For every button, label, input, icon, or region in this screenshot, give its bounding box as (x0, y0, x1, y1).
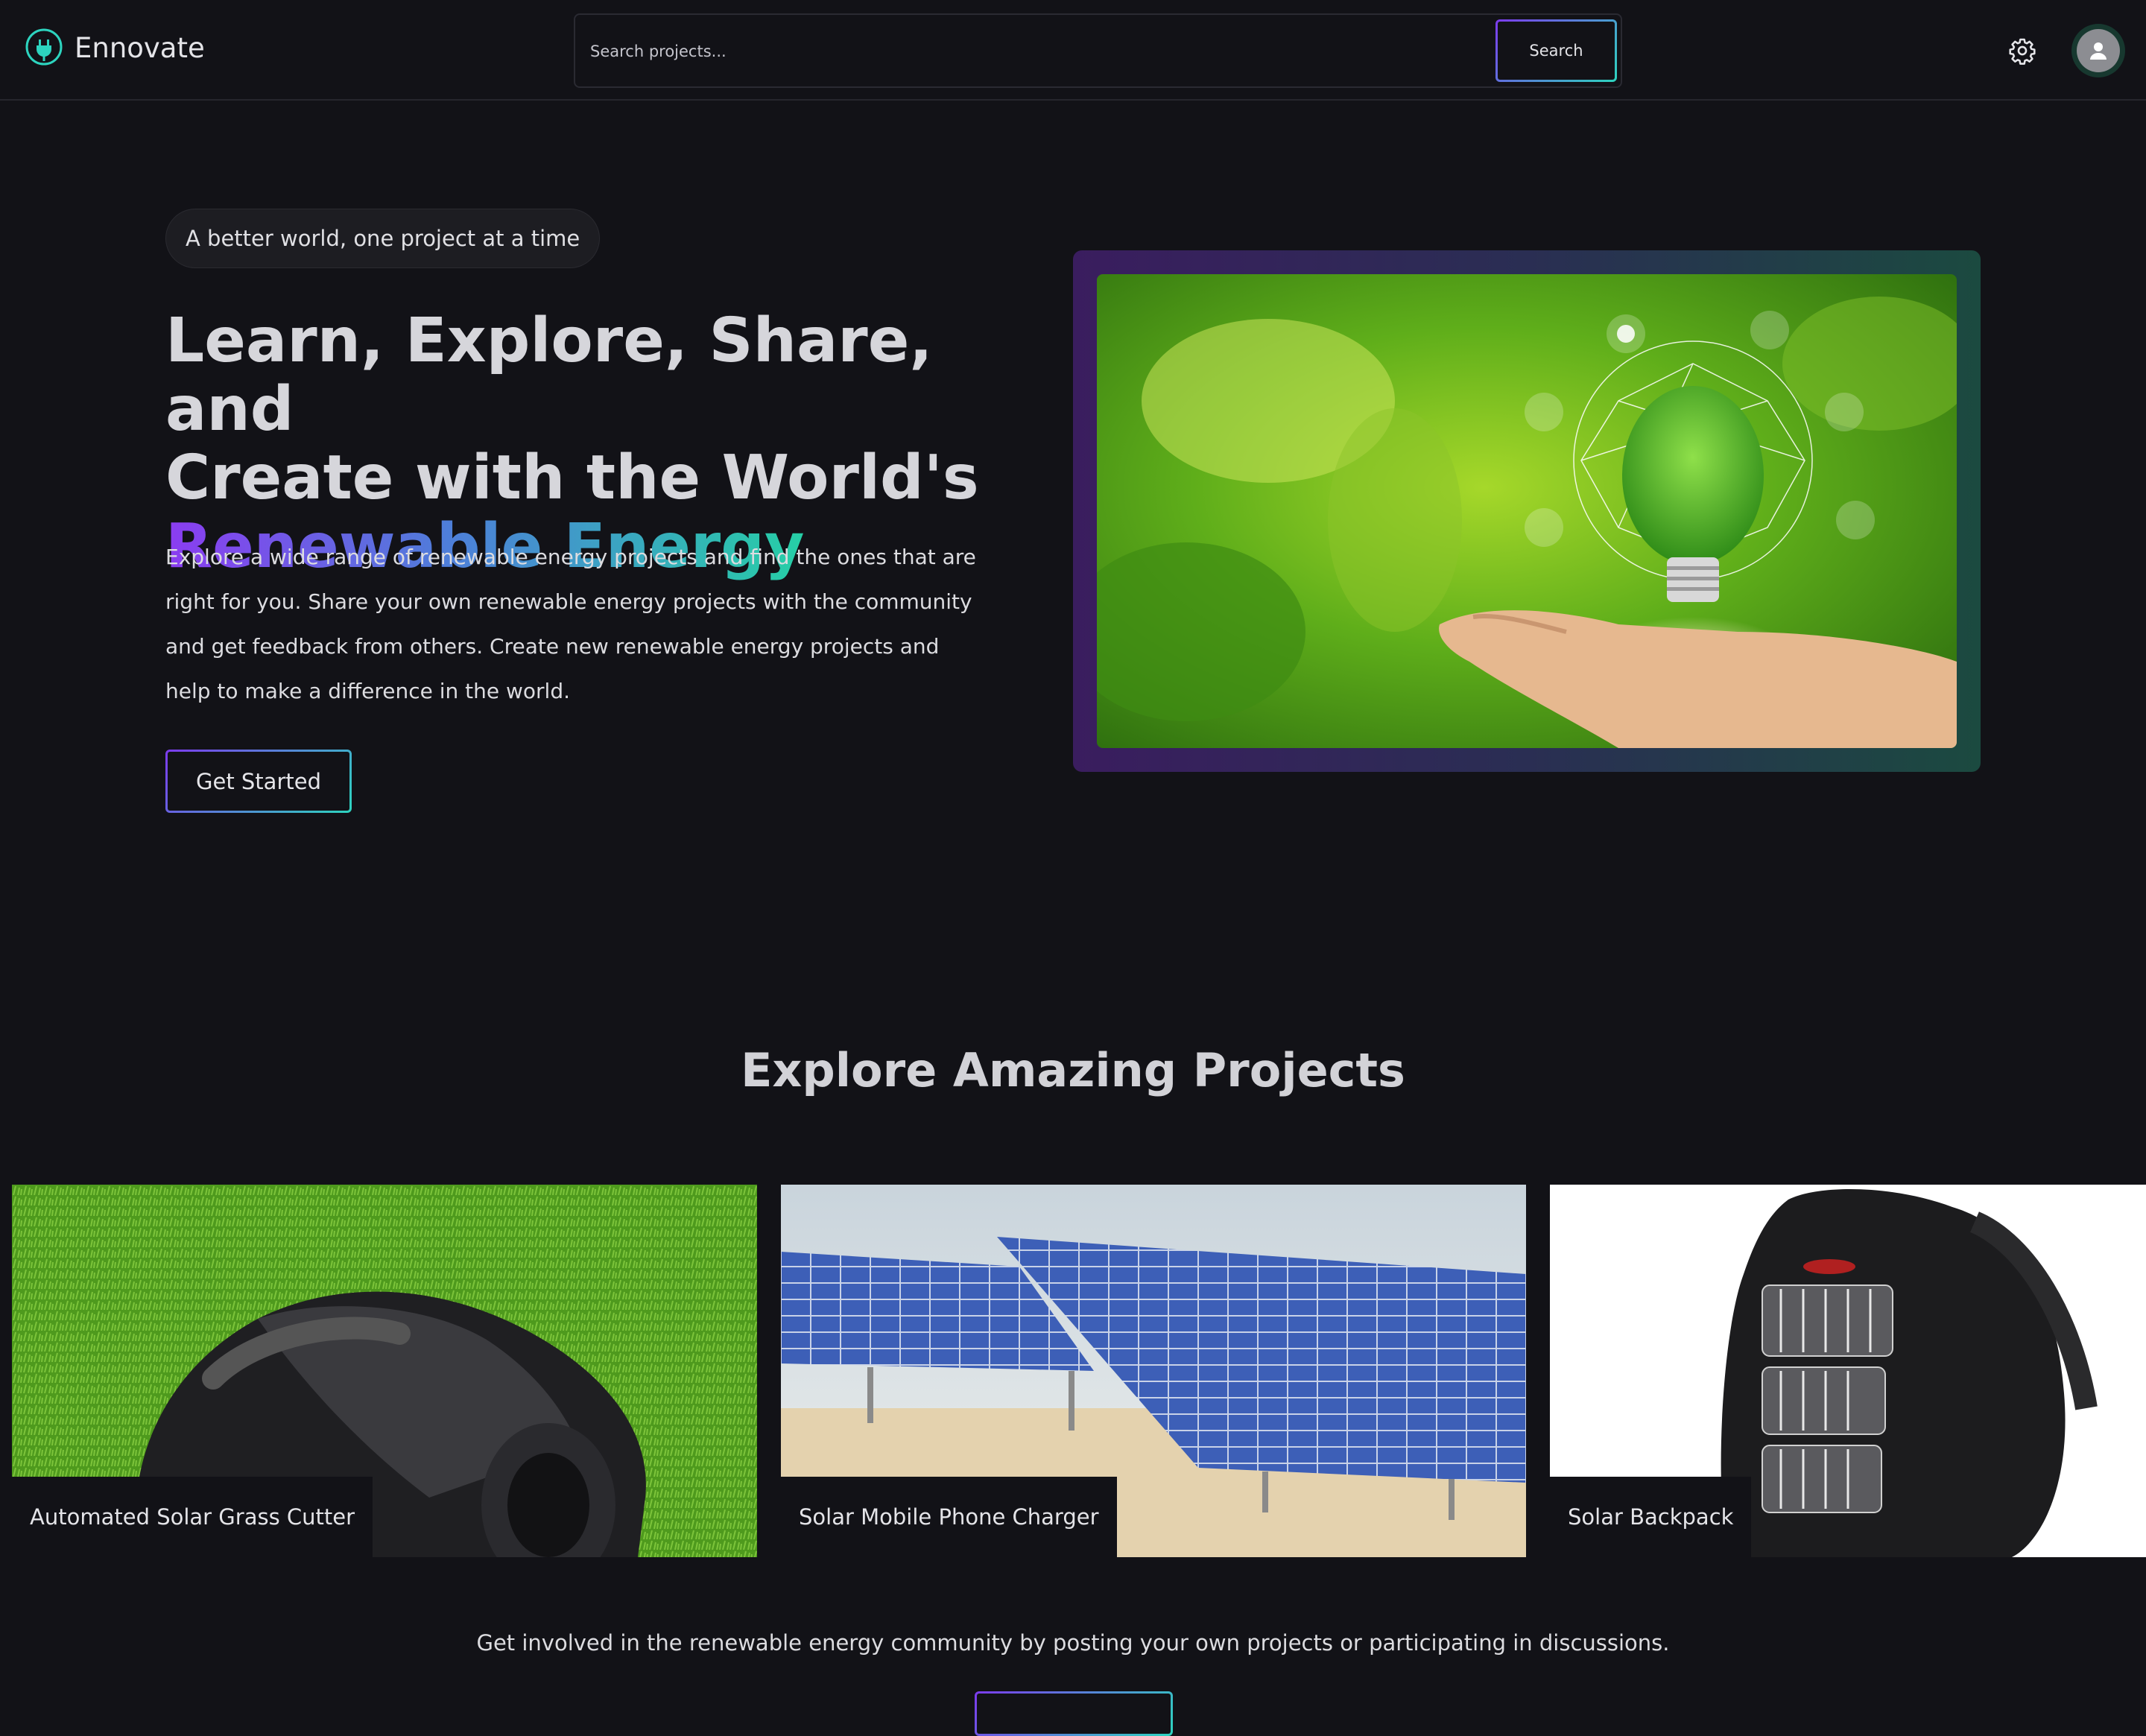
community-cta-text: Get involved in the renewable energy com… (476, 1630, 1670, 1656)
gear-icon[interactable] (2008, 37, 2036, 65)
headline-line-1: Learn, Explore, Share, and (165, 305, 933, 445)
avatar-circle (2077, 29, 2120, 72)
get-started-button[interactable]: Get Started (165, 750, 352, 813)
top-navbar: Ennovate Search (0, 0, 2146, 101)
project-card-label: Solar Backpack (1550, 1477, 1752, 1557)
project-card-label: Automated Solar Grass Cutter (12, 1477, 373, 1557)
project-card-phone-charger[interactable]: Solar Mobile Phone Charger (781, 1185, 1526, 1557)
hero-image-frame (1073, 250, 1981, 772)
search-input[interactable] (590, 31, 1455, 72)
search-bar: Search (574, 13, 1622, 88)
user-avatar[interactable] (2071, 24, 2125, 77)
search-button[interactable]: Search (1495, 19, 1617, 82)
projects-section-title: Explore Amazing Projects (741, 1043, 1405, 1097)
community-cta-button[interactable] (975, 1691, 1173, 1736)
hero-tagline-pill: A better world, one project at a time (165, 209, 601, 268)
project-card-grass-cutter[interactable]: Robot Lawn Mower Automated Solar Grass C… (12, 1185, 757, 1557)
project-card-label: Solar Mobile Phone Charger (781, 1477, 1117, 1557)
headline-line-2: Create with the World's (165, 443, 979, 513)
user-icon (2090, 42, 2107, 60)
plug-icon[interactable] (25, 28, 63, 66)
hero-image-lightbulb (1097, 274, 1957, 748)
brand-name[interactable]: Ennovate (75, 34, 205, 62)
hero-description: Explore a wide range of renewable energy… (165, 545, 976, 703)
project-card-backpack[interactable]: Solar Backpack (1550, 1185, 2146, 1557)
